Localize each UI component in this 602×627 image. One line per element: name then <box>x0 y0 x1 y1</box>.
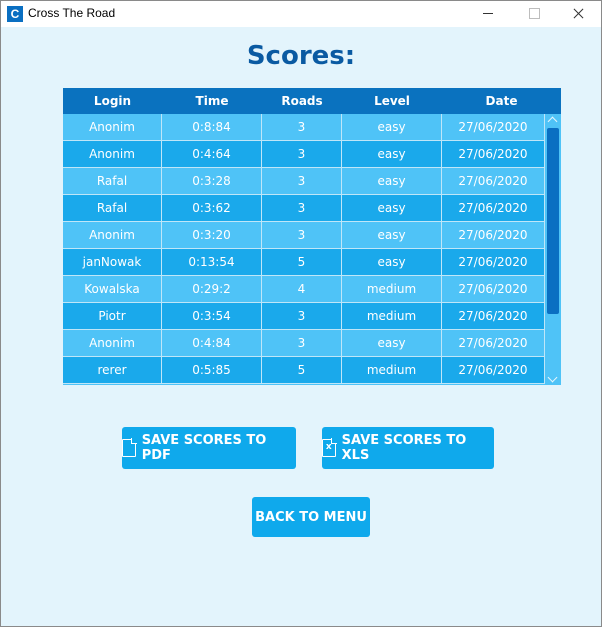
table-row[interactable]: Anonim 0:8:84 3 easy 27/06/2020 <box>63 114 545 141</box>
pdf-file-icon <box>122 438 137 457</box>
cell-level: easy <box>342 114 442 140</box>
save-scores-pdf-button[interactable]: SAVE SCORES TO PDF <box>122 427 296 469</box>
cell-roads: 5 <box>262 357 342 383</box>
table-header: Login Time Roads Level Date <box>63 88 561 114</box>
cell-login: rerer <box>63 357 162 383</box>
table-row[interactable]: janNowak 0:13:54 5 easy 27/06/2020 <box>63 249 545 276</box>
column-header-time[interactable]: Time <box>162 88 262 114</box>
cell-level: easy <box>342 249 442 275</box>
cell-roads: 3 <box>262 195 342 221</box>
cell-login: Kowalska <box>63 276 162 302</box>
column-header-date[interactable]: Date <box>442 88 561 114</box>
scrollbar-thumb[interactable] <box>547 128 559 314</box>
cell-level: easy <box>342 195 442 221</box>
cell-roads: 4 <box>262 276 342 302</box>
cell-time: 0:8:84 <box>162 114 262 140</box>
cell-roads: 3 <box>262 303 342 329</box>
cell-login: Anonim <box>63 222 162 248</box>
table-row[interactable]: Anonim 0:3:20 3 easy 27/06/2020 <box>63 222 545 249</box>
save-scores-pdf-label: SAVE SCORES TO PDF <box>141 433 267 463</box>
cell-date: 27/06/2020 <box>442 330 545 356</box>
column-header-login[interactable]: Login <box>63 88 162 114</box>
cell-date: 27/06/2020 <box>442 303 545 329</box>
table-scrollbar[interactable] <box>545 114 561 385</box>
cell-date: 27/06/2020 <box>442 195 545 221</box>
table-row[interactable]: Rafal 0:3:62 3 easy 27/06/2020 <box>63 195 545 222</box>
cell-level: easy <box>342 330 442 356</box>
cell-time: 0:3:62 <box>162 195 262 221</box>
cell-date: 27/06/2020 <box>442 249 545 275</box>
app-icon: C <box>7 6 23 22</box>
cell-login: Rafal <box>63 168 162 194</box>
cell-login: Rafal <box>63 195 162 221</box>
cell-level: easy <box>342 141 442 167</box>
scroll-up-arrow-icon[interactable] <box>545 114 561 126</box>
cell-time: 0:3:20 <box>162 222 262 248</box>
back-to-menu-label: BACK TO MENU <box>255 509 367 525</box>
table-row[interactable]: rerer 0:5:85 5 medium 27/06/2020 <box>63 357 545 384</box>
cell-roads: 3 <box>262 168 342 194</box>
cell-date: 27/06/2020 <box>442 357 545 383</box>
save-scores-xls-button[interactable]: x SAVE SCORES TO XLS <box>322 427 494 469</box>
cell-login: Anonim <box>63 141 162 167</box>
cell-time: 0:3:54 <box>162 303 262 329</box>
xls-file-icon: x <box>322 438 337 457</box>
cell-level: medium <box>342 276 442 302</box>
cell-level: medium <box>342 303 442 329</box>
cell-login: Piotr <box>63 303 162 329</box>
table-row[interactable]: Rafal 0:3:28 3 easy 27/06/2020 <box>63 168 545 195</box>
cell-time: 0:4:84 <box>162 330 262 356</box>
cell-time: 0:5:85 <box>162 357 262 383</box>
cell-date: 27/06/2020 <box>442 276 545 302</box>
page-title: Scores: <box>246 41 356 71</box>
scores-table: Login Time Roads Level Date Anonim 0:8:84… <box>63 88 561 385</box>
back-to-menu-button[interactable]: BACK TO MENU <box>252 497 370 537</box>
cell-roads: 3 <box>262 330 342 356</box>
cell-date: 27/06/2020 <box>442 141 545 167</box>
column-header-level[interactable]: Level <box>342 88 442 114</box>
cell-roads: 3 <box>262 141 342 167</box>
save-scores-xls-label: SAVE SCORES TO XLS <box>341 433 467 463</box>
table-body: Anonim 0:8:84 3 easy 27/06/2020 Anonim 0:4:64 3… <box>63 114 545 384</box>
cell-time: 0:3:28 <box>162 168 262 194</box>
maximize-button[interactable] <box>511 1 557 27</box>
cell-level: medium <box>342 357 442 383</box>
cell-level: easy <box>342 222 442 248</box>
table-row[interactable]: Anonim 0:4:84 3 easy 27/06/2020 <box>63 330 545 357</box>
cell-date: 27/06/2020 <box>442 222 545 248</box>
cell-roads: 3 <box>262 114 342 140</box>
cell-login: Anonim <box>63 330 162 356</box>
column-header-roads[interactable]: Roads <box>262 88 342 114</box>
cell-roads: 5 <box>262 249 342 275</box>
cell-time: 0:13:54 <box>162 249 262 275</box>
title-bar[interactable]: C Cross The Road <box>1 1 601 27</box>
table-row[interactable]: Kowalska 0:29:2 4 medium 27/06/2020 <box>63 276 545 303</box>
table-row[interactable]: Anonim 0:4:64 3 easy 27/06/2020 <box>63 141 545 168</box>
window-title: Cross The Road <box>28 6 116 20</box>
scroll-down-arrow-icon[interactable] <box>545 373 561 385</box>
cell-login: janNowak <box>63 249 162 275</box>
cell-level: easy <box>342 168 442 194</box>
cell-time: 0:4:64 <box>162 141 262 167</box>
app-window: C Cross The Road Scores: Login Time Road… <box>0 0 602 627</box>
close-button[interactable] <box>555 1 601 27</box>
cell-login: Anonim <box>63 114 162 140</box>
table-row[interactable]: Piotr 0:3:54 3 medium 27/06/2020 <box>63 303 545 330</box>
cell-time: 0:29:2 <box>162 276 262 302</box>
cell-date: 27/06/2020 <box>442 114 545 140</box>
cell-roads: 3 <box>262 222 342 248</box>
cell-date: 27/06/2020 <box>442 168 545 194</box>
minimize-button[interactable] <box>465 1 511 27</box>
